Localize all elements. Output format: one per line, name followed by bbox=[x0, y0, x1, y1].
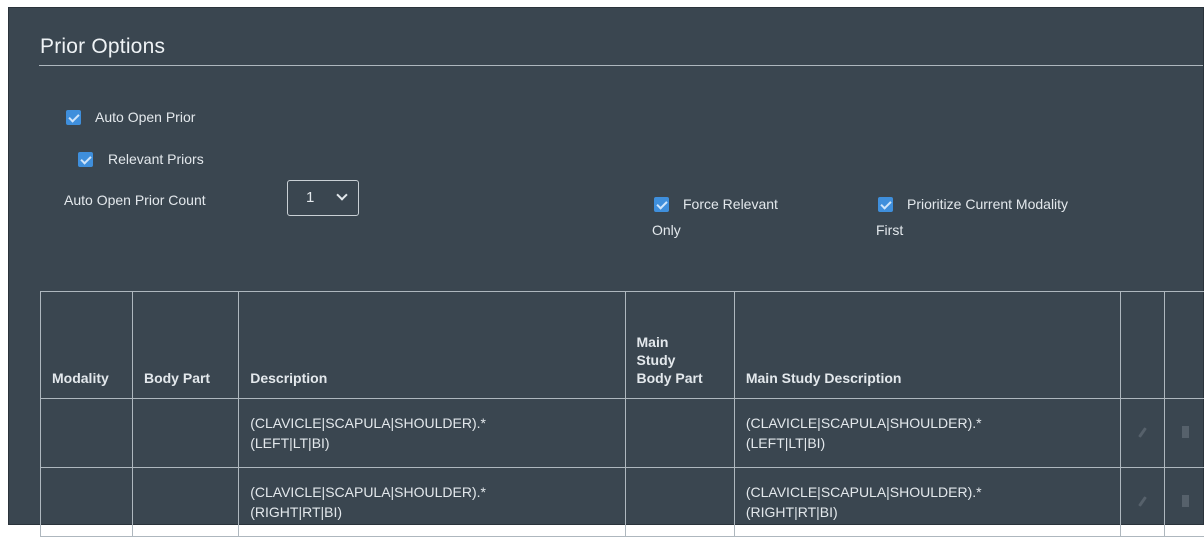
relevant-priors-table: Modality Body Part Description Main Stud… bbox=[40, 291, 1204, 537]
cell-line: (LEFT|LT|BI) bbox=[746, 433, 1109, 453]
col-header-main-study-description[interactable]: Main Study Description bbox=[734, 292, 1120, 399]
col-header-edit bbox=[1121, 292, 1165, 399]
cell-main-study-body-part bbox=[625, 468, 734, 537]
pencil-icon[interactable] bbox=[1138, 496, 1147, 507]
title-divider bbox=[39, 65, 1203, 66]
cell-line: (CLAVICLE|SCAPULA|SHOULDER).* bbox=[746, 413, 1109, 433]
col-header-delete bbox=[1165, 292, 1204, 399]
prioritize-current-modality-label: Prioritize Current Modality bbox=[907, 194, 1068, 215]
force-relevant-only-label: Force Relevant bbox=[683, 194, 778, 215]
chevron-down-icon bbox=[336, 189, 347, 200]
table-row: (CLAVICLE|SCAPULA|SHOULDER).* (LEFT|LT|B… bbox=[41, 399, 1204, 468]
force-relevant-only-checkbox[interactable] bbox=[654, 197, 669, 212]
relevant-priors-label: Relevant Priors bbox=[108, 149, 204, 170]
cell-description: (CLAVICLE|SCAPULA|SHOULDER).* (RIGHT|RT|… bbox=[239, 468, 625, 537]
relevant-priors-checkbox[interactable] bbox=[78, 152, 93, 167]
col-header-body-part[interactable]: Body Part bbox=[132, 292, 238, 399]
auto-open-prior-label: Auto Open Prior bbox=[95, 107, 195, 128]
trash-icon[interactable] bbox=[1182, 495, 1189, 507]
trash-icon[interactable] bbox=[1182, 426, 1189, 438]
cell-modality bbox=[41, 399, 133, 468]
cell-line: (CLAVICLE|SCAPULA|SHOULDER).* bbox=[250, 482, 613, 502]
table-row: (CLAVICLE|SCAPULA|SHOULDER).* (RIGHT|RT|… bbox=[41, 468, 1204, 537]
header-line: Body Part bbox=[637, 369, 723, 387]
cell-line: (RIGHT|RT|BI) bbox=[250, 502, 613, 522]
cell-main-study-description: (CLAVICLE|SCAPULA|SHOULDER).* (LEFT|LT|B… bbox=[734, 399, 1120, 468]
header-line: Study bbox=[637, 351, 723, 369]
col-header-main-study-body-part[interactable]: Main Study Body Part bbox=[625, 292, 734, 399]
col-header-modality[interactable]: Modality bbox=[41, 292, 133, 399]
cell-line: (CLAVICLE|SCAPULA|SHOULDER).* bbox=[746, 482, 1109, 502]
auto-open-prior-checkbox[interactable] bbox=[66, 110, 81, 125]
cell-description: (CLAVICLE|SCAPULA|SHOULDER).* (LEFT|LT|B… bbox=[239, 399, 625, 468]
cell-modality bbox=[41, 468, 133, 537]
delete-cell bbox=[1165, 399, 1204, 468]
cell-body-part bbox=[132, 468, 238, 537]
prioritize-current-modality-label-cont: First bbox=[876, 220, 903, 241]
edit-cell bbox=[1121, 468, 1165, 537]
section-title: Prior Options bbox=[40, 35, 165, 59]
edit-cell bbox=[1121, 399, 1165, 468]
cell-line: (LEFT|LT|BI) bbox=[250, 433, 613, 453]
cell-line: (CLAVICLE|SCAPULA|SHOULDER).* bbox=[250, 413, 613, 433]
cell-main-study-body-part bbox=[625, 399, 734, 468]
auto-open-prior-count-label: Auto Open Prior Count bbox=[64, 190, 206, 211]
prioritize-current-modality-checkbox[interactable] bbox=[878, 197, 893, 212]
auto-open-prior-count-select[interactable]: 1 bbox=[287, 180, 359, 216]
cell-line: (RIGHT|RT|BI) bbox=[746, 502, 1109, 522]
cell-body-part bbox=[132, 399, 238, 468]
cell-main-study-description: (CLAVICLE|SCAPULA|SHOULDER).* (RIGHT|RT|… bbox=[734, 468, 1120, 537]
force-relevant-only-label-cont: Only bbox=[652, 220, 681, 241]
col-header-description[interactable]: Description bbox=[239, 292, 625, 399]
header-line: Main bbox=[637, 333, 723, 351]
prior-options-panel: Prior Options Auto Open Prior Relevant P… bbox=[8, 7, 1204, 525]
select-value: 1 bbox=[306, 189, 314, 206]
delete-cell bbox=[1165, 468, 1204, 537]
pencil-icon[interactable] bbox=[1138, 427, 1147, 438]
table-header-row: Modality Body Part Description Main Stud… bbox=[41, 292, 1204, 399]
